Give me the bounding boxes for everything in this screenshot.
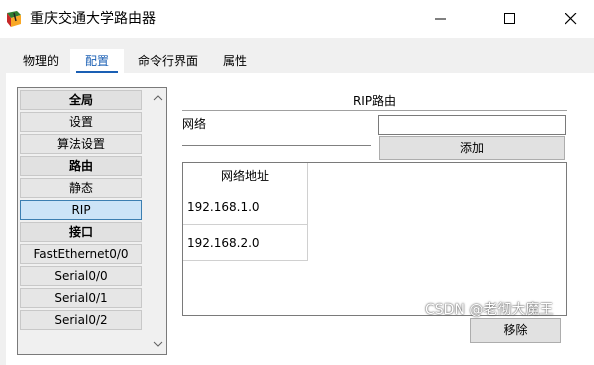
tab-config[interactable]: 配置 [70, 49, 124, 73]
config-sidebar: 全局 设置 算法设置 路由 静态 RIP 接口 FastEthernet0/0 … [17, 87, 167, 355]
add-network-button[interactable]: 添加 [379, 136, 565, 160]
sidebar-header-routing: 路由 [20, 156, 142, 176]
sidebar-header-interface: 接口 [20, 222, 142, 242]
rip-section-title: RIP路由 [352, 94, 397, 108]
table-header-network-address: 网络地址 [183, 163, 308, 189]
sidebar-item-serial0-1[interactable]: Serial0/1 [20, 288, 142, 308]
rip-title-divider [182, 110, 567, 111]
sidebar-item-rip[interactable]: RIP [20, 200, 142, 220]
sidebar-item-fastethernet0-0[interactable]: FastEthernet0/0 [20, 244, 142, 264]
sidebar-item-settings[interactable]: 设置 [20, 112, 142, 132]
minimize-button[interactable] [418, 6, 464, 32]
network-address-table: 网络地址 192.168.1.0 192.168.2.0 [182, 162, 567, 316]
sidebar-item-serial0-2[interactable]: Serial0/2 [20, 310, 142, 330]
chevron-up-icon [153, 95, 163, 101]
sidebar-item-static[interactable]: 静态 [20, 178, 142, 198]
sidebar-scrollbar[interactable] [150, 88, 166, 354]
tab-attributes[interactable]: 属性 [212, 49, 258, 73]
scroll-down-button[interactable] [150, 336, 166, 352]
window-title: 重庆交通大学路由器 [30, 11, 156, 27]
scroll-up-button[interactable] [150, 90, 166, 106]
close-button[interactable] [548, 6, 594, 32]
sidebar-list: 全局 设置 算法设置 路由 静态 RIP 接口 FastEthernet0/0 … [18, 88, 150, 354]
watermark: CSDN @老彻大魔王 [425, 302, 554, 318]
sidebar-item-serial0-0[interactable]: Serial0/0 [20, 266, 142, 286]
maximize-button[interactable] [487, 6, 533, 32]
tab-config-label: 配置 [84, 54, 109, 68]
tab-cli[interactable]: 命令行界面 [124, 49, 212, 73]
network-label-divider [182, 145, 371, 146]
tab-cli-label: 命令行界面 [137, 54, 198, 68]
maximize-icon [504, 13, 515, 24]
sidebar-item-algorithm-settings[interactable]: 算法设置 [20, 134, 142, 154]
table-row[interactable]: 192.168.1.0 [183, 189, 308, 225]
close-icon [565, 13, 577, 25]
title-bar: 重庆交通大学路由器 [0, 0, 594, 38]
tab-attributes-label: 属性 [222, 54, 247, 68]
remove-network-button[interactable]: 移除 [470, 318, 561, 343]
network-input[interactable] [378, 115, 566, 135]
minimize-icon [435, 18, 446, 20]
tab-physical-label: 物理的 [22, 54, 59, 68]
tab-physical[interactable]: 物理的 [12, 49, 70, 73]
chevron-down-icon [153, 341, 163, 347]
config-panel: 全局 设置 算法设置 路由 静态 RIP 接口 FastEthernet0/0 … [6, 73, 594, 365]
table-row[interactable]: 192.168.2.0 [183, 225, 308, 261]
router-app-icon [5, 10, 23, 28]
sidebar-header-global: 全局 [20, 90, 142, 110]
network-label: 网络 [182, 117, 207, 131]
